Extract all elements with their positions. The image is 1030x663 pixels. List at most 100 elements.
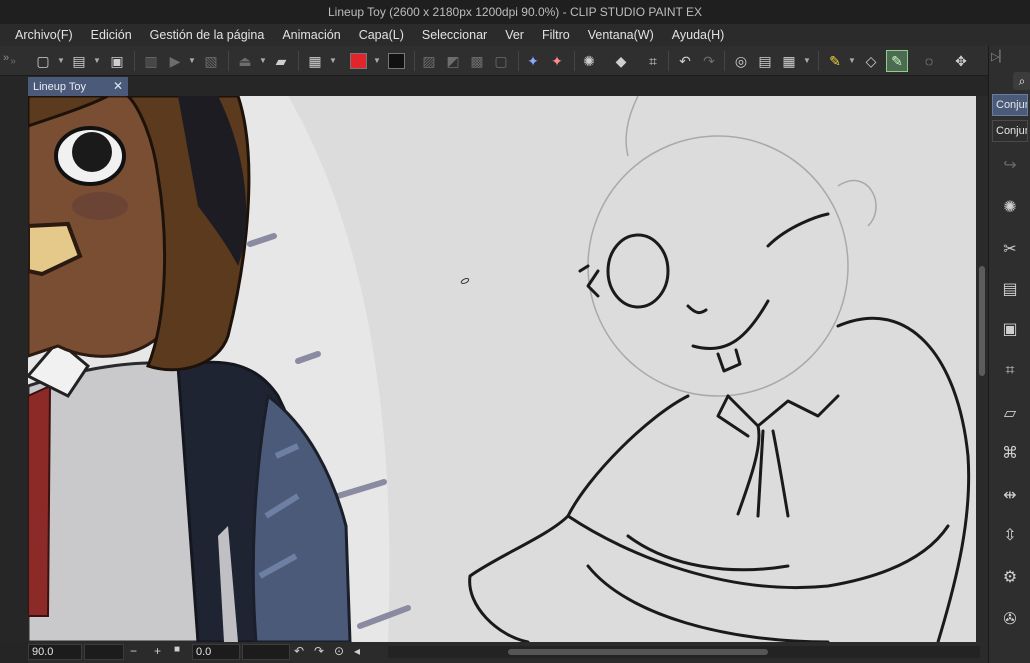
vertical-scrollbar[interactable]: [976, 96, 988, 642]
copy-icon[interactable]: ▣: [999, 318, 1021, 340]
rotate-right-icon[interactable]: ↷: [314, 644, 324, 658]
menu-seleccionar[interactable]: Seleccionar: [413, 24, 496, 46]
vertical-scroll-thumb[interactable]: [979, 266, 985, 376]
menu-filtro[interactable]: Filtro: [533, 24, 579, 46]
crop-icon[interactable]: ⌗: [642, 50, 664, 72]
menu-capa[interactable]: Capa(L): [350, 24, 413, 46]
toolbar-divider: [298, 51, 299, 71]
right-tool-panel: ▷▏ ⌕ Conjunto Conjunto ↪ ✺ ✂ ▤ ▣ ⌗ ▱ ⌘ ⇹…: [988, 46, 1030, 663]
left-panel-strip: [0, 96, 28, 642]
stop-icon[interactable]: ■: [174, 644, 180, 655]
clear-icon[interactable]: ▨: [418, 50, 440, 72]
zoom-field[interactable]: 90.0: [28, 644, 82, 660]
toolbar-divider: [668, 51, 669, 71]
free-transform-icon[interactable]: ▱: [999, 402, 1021, 424]
menu-edicion[interactable]: Edición: [82, 24, 141, 46]
chevron-down-icon[interactable]: ▼: [373, 56, 381, 65]
move-icon[interactable]: ✥: [950, 50, 972, 72]
rotation-slider[interactable]: [242, 644, 290, 660]
reset-rotation-icon[interactable]: ⊙: [334, 644, 344, 658]
settings-icon[interactable]: ⚙: [999, 566, 1021, 588]
wrench-icon[interactable]: ✇: [999, 608, 1021, 630]
folder-icon[interactable]: ▰: [270, 50, 292, 72]
chevron-down-icon[interactable]: ▼: [188, 56, 196, 65]
flip-vertical-icon[interactable]: ⇳: [999, 524, 1021, 546]
new-canvas-icon[interactable]: ▢: [32, 50, 54, 72]
toolbar-divider: [818, 51, 819, 71]
toolbar-divider: [574, 51, 575, 71]
menu-archivo[interactable]: Archivo(F): [6, 24, 82, 46]
toolbar-divider: [228, 51, 229, 71]
title-bar: Lineup Toy (2600 x 2180px 1200dpi 90.0%)…: [0, 0, 1030, 24]
undo-icon[interactable]: ↶: [674, 50, 696, 72]
menu-ventana[interactable]: Ventana(W): [579, 24, 663, 46]
rotate-left-icon[interactable]: ↶: [294, 644, 304, 658]
import-icon[interactable]: ⏏: [234, 50, 256, 72]
document-tab-label: Lineup Toy: [33, 80, 87, 93]
film-icon[interactable]: ▤: [754, 50, 776, 72]
redo-icon[interactable]: ↷: [698, 50, 720, 72]
fill-icon[interactable]: ◩: [442, 50, 464, 72]
document-tab-bar: Lineup Toy ✕: [0, 76, 988, 96]
menu-gestion-pagina[interactable]: Gestión de la página: [141, 24, 274, 46]
paste-icon[interactable]: ▤: [999, 278, 1021, 300]
chevron-down-icon[interactable]: ▼: [93, 56, 101, 65]
command-bar: » ▢ ▼ ▤ ▼ ▣ ▥ ▶ ▼ ▧ ⏏ ▼ ▰ ▦ ▼ ▼ ▨ ◩ ▩ ▢ …: [0, 46, 1030, 76]
horizontal-scrollbar[interactable]: [388, 646, 980, 658]
panel-expand-icon[interactable]: ▷▏: [991, 50, 1008, 63]
magic-select-icon[interactable]: ✦: [522, 50, 544, 72]
flip-horizontal-icon[interactable]: ⇹: [999, 484, 1021, 506]
zoom-slider[interactable]: [84, 644, 124, 660]
snap-icon[interactable]: ◎: [730, 50, 752, 72]
play-icon[interactable]: ▶: [164, 50, 186, 72]
flip-icon[interactable]: ◂: [354, 644, 360, 658]
artwork-canvas[interactable]: [28, 96, 976, 642]
clear-outside-icon[interactable]: ▩: [466, 50, 488, 72]
conjunto-tab-1[interactable]: Conjunto: [992, 94, 1028, 116]
transform-icon[interactable]: ⌗: [999, 360, 1021, 382]
chevron-down-icon[interactable]: ▼: [848, 56, 856, 65]
export-icon[interactable]: ▧: [200, 50, 222, 72]
close-icon[interactable]: ✕: [113, 79, 123, 93]
window-title: Lineup Toy (2600 x 2180px 1200dpi 90.0%)…: [328, 5, 702, 19]
rotation-field[interactable]: 0.0: [192, 644, 240, 660]
eraser-icon[interactable]: ◇: [860, 50, 882, 72]
menu-ayuda[interactable]: Ayuda(H): [663, 24, 734, 46]
zoom-in-icon[interactable]: +: [154, 644, 161, 658]
cut-icon[interactable]: ✂: [999, 238, 1021, 260]
clip-studio-window: Lineup Toy (2600 x 2180px 1200dpi 90.0%)…: [0, 0, 1030, 663]
loading-icon[interactable]: ✺: [578, 50, 600, 72]
sub-color-swatch[interactable]: [388, 53, 405, 69]
main-color-swatch[interactable]: [350, 53, 367, 69]
save-icon[interactable]: ▣: [106, 50, 128, 72]
timeline-icon[interactable]: ▥: [140, 50, 162, 72]
horizontal-scroll-thumb[interactable]: [508, 649, 768, 655]
search-icon[interactable]: ⌕: [1013, 72, 1030, 90]
chevron-down-icon[interactable]: ▼: [57, 56, 65, 65]
left-panel-expand-icon[interactable]: »: [3, 52, 9, 64]
magic-deselect-icon[interactable]: ✦: [546, 50, 568, 72]
fill-bucket-icon[interactable]: ◆: [610, 50, 632, 72]
grid-icon[interactable]: ▦: [778, 50, 800, 72]
menu-animacion[interactable]: Animación: [273, 24, 349, 46]
document-tab[interactable]: Lineup Toy ✕: [28, 77, 128, 96]
toolbar-divider: [724, 51, 725, 71]
chevron-down-icon[interactable]: ▼: [803, 56, 811, 65]
mesh-transform-icon[interactable]: ⌘: [999, 442, 1021, 464]
toolbar-divider: [134, 51, 135, 71]
loading-icon[interactable]: ✺: [999, 196, 1021, 218]
canvas-area[interactable]: [28, 96, 976, 642]
transform-icon[interactable]: ▢: [490, 50, 512, 72]
zoom-out-icon[interactable]: −: [130, 644, 137, 658]
open-file-icon[interactable]: ▤: [68, 50, 90, 72]
pencil-tool-active-icon[interactable]: ✎: [886, 50, 908, 72]
pen-icon[interactable]: ✎: [824, 50, 846, 72]
new-layer-icon[interactable]: ▦: [304, 50, 326, 72]
conjunto-tab-2[interactable]: Conjunto: [992, 120, 1028, 142]
menu-bar: Archivo(F) Edición Gestión de la página …: [0, 24, 1030, 46]
menu-ver[interactable]: Ver: [496, 24, 533, 46]
chevron-down-icon[interactable]: ▼: [259, 56, 267, 65]
chevron-down-icon[interactable]: ▼: [329, 56, 337, 65]
lasso-icon[interactable]: ◌: [918, 50, 940, 72]
redo-icon[interactable]: ↪: [999, 154, 1021, 176]
